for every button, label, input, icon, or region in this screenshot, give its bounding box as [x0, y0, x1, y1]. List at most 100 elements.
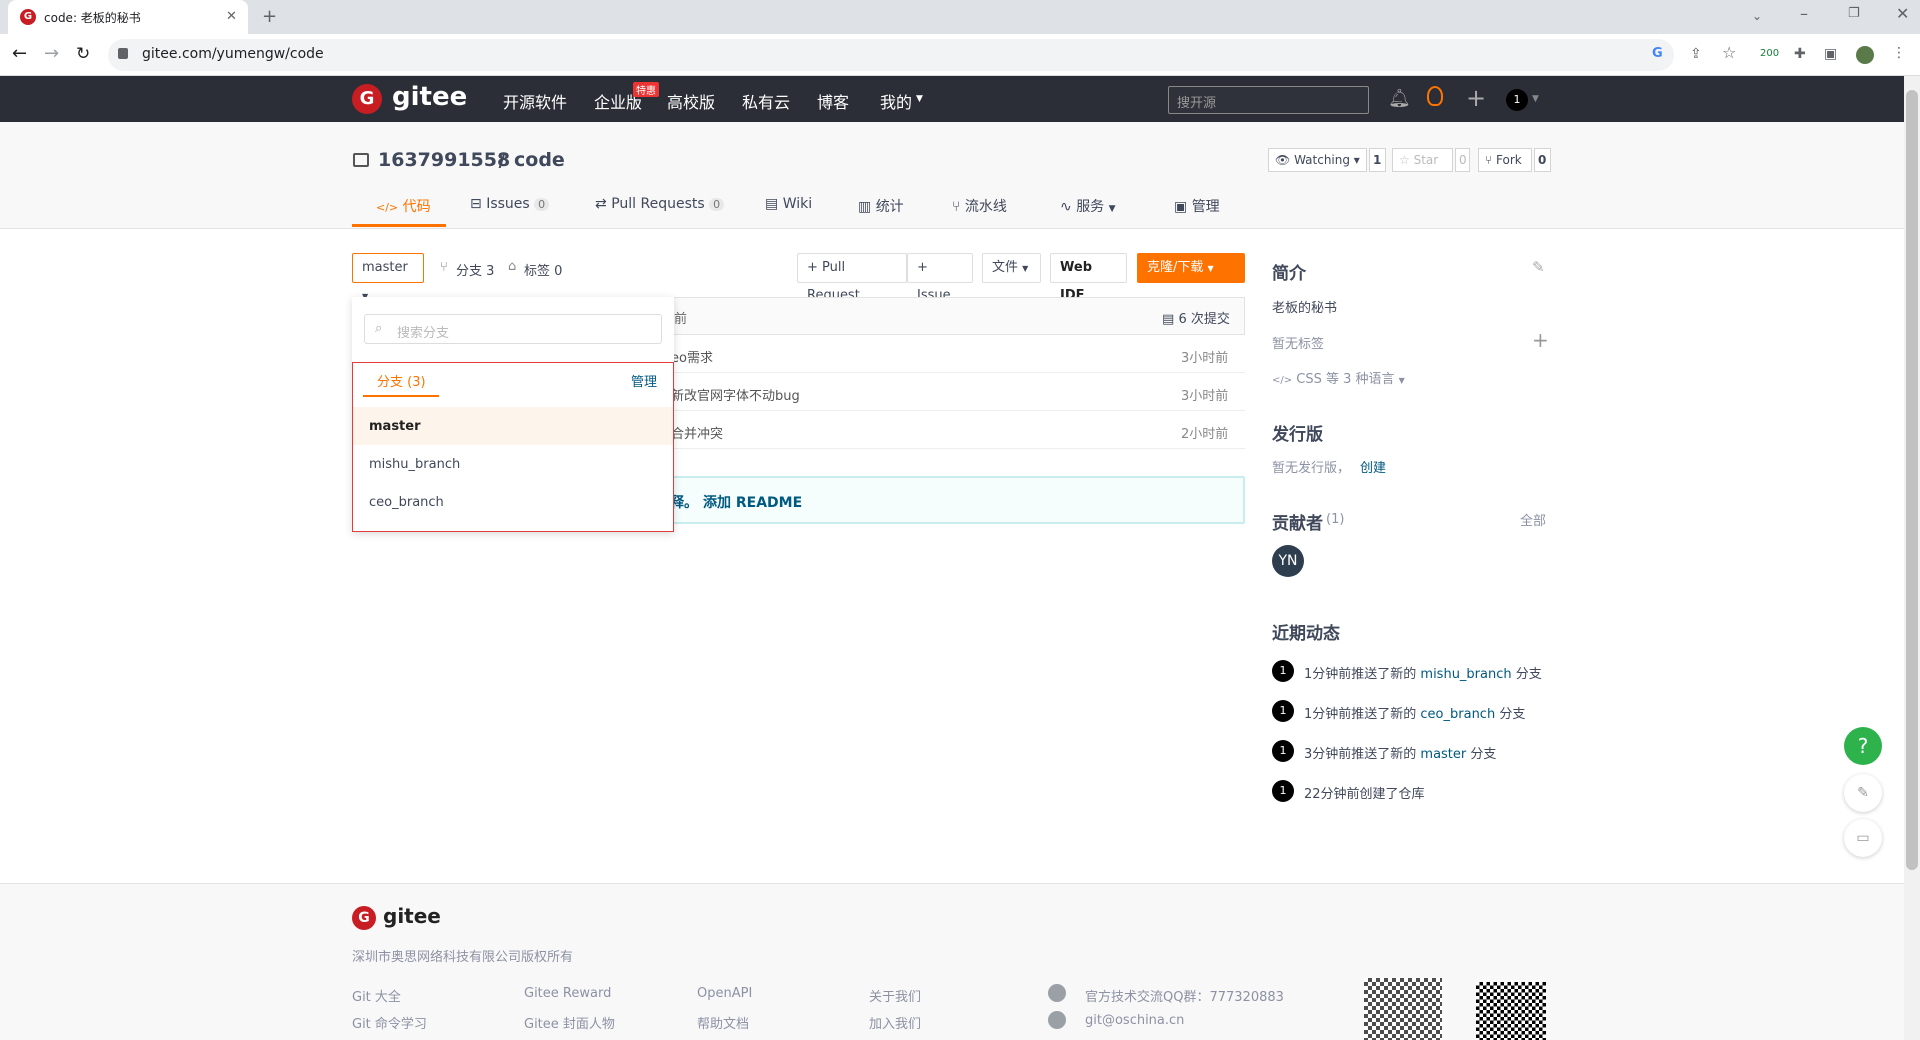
add-readme-link[interactable]: 添加 README: [703, 492, 802, 512]
branch-item-ceo[interactable]: ceo_branch: [353, 483, 673, 521]
manage-branches-link[interactable]: 管理: [631, 371, 657, 390]
nav-blog[interactable]: 博客: [817, 89, 849, 113]
extension-badge[interactable]: 200: [1760, 48, 1779, 59]
tab-search-icon[interactable]: ⌄: [1752, 8, 1762, 24]
tags-link[interactable]: 标签 0: [524, 260, 562, 279]
bulb-icon[interactable]: [1427, 86, 1443, 106]
footer-link[interactable]: Git 大全: [352, 986, 401, 1005]
code-icon: </>: [376, 201, 399, 214]
file-menu-button[interactable]: 文件 ▼: [982, 253, 1041, 283]
help-button[interactable]: ?: [1844, 727, 1882, 765]
star-count[interactable]: 0: [1455, 148, 1470, 172]
activity-avatar[interactable]: 1: [1272, 660, 1294, 682]
branch-item-master[interactable]: master: [353, 407, 673, 445]
plus-icon[interactable]: +: [1466, 84, 1486, 112]
star-button[interactable]: ☆ Star: [1392, 148, 1453, 172]
branch-item-mishu[interactable]: mishu_branch: [353, 445, 673, 483]
footer-link[interactable]: 关于我们: [869, 986, 921, 1005]
watch-button[interactable]: 👁︎ Watching ▾: [1268, 148, 1367, 172]
sidepanel-icon[interactable]: ▣: [1824, 46, 1837, 62]
profile-avatar[interactable]: [1856, 46, 1874, 64]
fork-button[interactable]: ⑂ Fork: [1478, 148, 1532, 172]
activity-avatar[interactable]: 1: [1272, 780, 1294, 802]
web-ide-button[interactable]: Web IDE: [1050, 253, 1127, 303]
tab-wiki-label: Wiki: [782, 196, 813, 212]
share-icon[interactable]: ⇪: [1690, 46, 1702, 62]
activity-branch-link[interactable]: master: [1420, 747, 1466, 762]
branch-search-placeholder: 搜索分支: [397, 326, 450, 341]
tab-services[interactable]: ∿ 服务 ▼: [1060, 196, 1116, 216]
feedback-edit-button[interactable]: ✎: [1844, 774, 1882, 812]
activity-avatar[interactable]: 1: [1272, 700, 1294, 722]
tab-pipeline[interactable]: ⑂ 流水线: [952, 196, 1007, 216]
fork-count[interactable]: 0: [1534, 148, 1551, 172]
forward-icon[interactable]: →: [44, 45, 59, 63]
nav-search-input[interactable]: 搜开源: [1168, 86, 1369, 114]
tab-stats[interactable]: ▥ 统计: [858, 196, 904, 216]
address-bar[interactable]: gitee.com/yumengw/code G: [108, 39, 1674, 71]
close-window-icon[interactable]: ✕: [1896, 6, 1909, 22]
footer-link[interactable]: 帮助文档: [697, 1013, 749, 1032]
contributor-avatar[interactable]: YN: [1272, 545, 1304, 577]
browser-tab[interactable]: G code: 老板的秘书 ✕: [8, 0, 248, 34]
gitee-logo-icon[interactable]: G: [352, 84, 382, 114]
gitee-logo-text[interactable]: gitee: [392, 82, 467, 112]
activity-branch-link[interactable]: mishu_branch: [1420, 667, 1511, 682]
footer-link[interactable]: Gitee 封面人物: [524, 1013, 615, 1032]
nav-campus[interactable]: 高校版: [667, 89, 715, 113]
bookmark-star-icon[interactable]: ☆: [1722, 45, 1736, 61]
branch-selector[interactable]: master ▼: [352, 253, 424, 301]
extensions-puzzle-icon[interactable]: ✚: [1794, 46, 1806, 62]
watch-count[interactable]: 1: [1369, 148, 1386, 172]
branch-selector-label: master: [362, 260, 408, 275]
repo-name[interactable]: code: [514, 149, 565, 171]
tab-manage[interactable]: ▣ 管理: [1174, 196, 1220, 216]
user-menu-chevron-icon[interactable]: ▼: [1532, 94, 1539, 104]
nav-mine[interactable]: 我的: [880, 89, 912, 113]
nav-private-cloud[interactable]: 私有云: [742, 89, 790, 113]
back-icon[interactable]: ←: [12, 45, 27, 63]
languages[interactable]: </> CSS 等 3 种语言 ▼: [1272, 368, 1405, 387]
footer-link[interactable]: Git 命令学习: [352, 1013, 427, 1032]
all-contributors-link[interactable]: 全部: [1520, 510, 1546, 529]
fork-label: Fork: [1496, 153, 1522, 167]
new-issue-button[interactable]: + Issue: [907, 253, 973, 303]
footer-link[interactable]: Gitee Reward: [524, 986, 611, 1001]
add-tag-icon[interactable]: +: [1532, 328, 1549, 352]
tab-code[interactable]: </> 代码: [376, 196, 431, 216]
tab-issues[interactable]: ⊟ Issues 0: [470, 196, 550, 212]
bell-icon[interactable]: 🔔︎: [1388, 88, 1411, 109]
commit-message[interactable]: 新改官网字体不动bug: [671, 385, 800, 404]
branches-link[interactable]: 分支 3: [456, 260, 494, 279]
branch-search-input[interactable]: ⌕ 搜索分支: [364, 314, 662, 344]
maximize-icon[interactable]: ❐: [1848, 6, 1860, 22]
chrome-menu-icon[interactable]: ⋮: [1892, 45, 1906, 61]
commit-message[interactable]: eo需求: [671, 347, 713, 366]
user-avatar[interactable]: 1: [1506, 89, 1528, 111]
tab-close-icon[interactable]: ✕: [226, 9, 237, 25]
edit-icon[interactable]: ✎: [1532, 258, 1545, 276]
create-release-link[interactable]: 创建: [1360, 457, 1386, 476]
new-pull-request-button[interactable]: + Pull Request: [797, 253, 907, 303]
minimize-icon[interactable]: –: [1800, 6, 1808, 22]
tab-wiki[interactable]: ▤ Wiki: [765, 196, 812, 212]
repo-owner[interactable]: 1637991558: [378, 149, 510, 171]
services-icon: ∿: [1060, 199, 1072, 215]
commit-message[interactable]: 合并冲突: [671, 423, 723, 442]
activity-avatar[interactable]: 1: [1272, 740, 1294, 762]
scrollbar-thumb[interactable]: [1906, 90, 1918, 870]
google-icon[interactable]: G: [1652, 46, 1663, 61]
new-tab-icon[interactable]: +: [262, 8, 277, 26]
footer-link[interactable]: 加入我们: [869, 1013, 921, 1032]
tab-pipeline-label: 流水线: [964, 199, 1007, 215]
chat-button[interactable]: ▭: [1844, 819, 1882, 857]
reload-icon[interactable]: ↻: [76, 46, 90, 63]
commit-count[interactable]: ▤ 6 次提交: [1162, 308, 1230, 327]
footer-link[interactable]: OpenAPI: [697, 986, 752, 1001]
activity-branch-link[interactable]: ceo_branch: [1420, 707, 1495, 722]
tab-pull-requests[interactable]: ⇄ Pull Requests 0: [595, 196, 725, 212]
clone-download-button[interactable]: 克隆/下载 ▼: [1137, 253, 1245, 283]
branch-tab[interactable]: 分支 (3): [377, 371, 426, 390]
nav-opensource[interactable]: 开源软件: [503, 89, 567, 113]
tab-pr-label: Pull Requests: [611, 196, 705, 212]
